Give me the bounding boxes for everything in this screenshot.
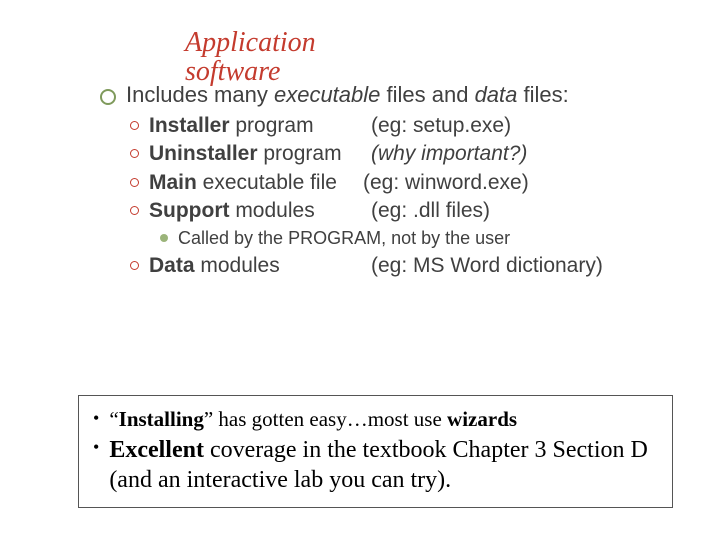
box2-bold: Excellent [109,437,204,463]
item-bold: Data [149,254,195,277]
box1-bold: Installing [119,407,204,431]
intro-text: Includes many executable files and data … [126,82,569,108]
intro-suffix: files: [517,82,568,107]
box1-bold2: wizards [447,407,517,431]
item-rest: modules [229,199,314,222]
sub-note: Called by the PROGRAM, not by the user [160,225,660,252]
slide-title: Application software [185,28,385,87]
item-bold: Support [149,199,229,222]
dot-bullet-icon [160,234,168,242]
item-text: Main executable file (eg: winword.exe) [149,169,529,197]
item-rest: executable file [197,171,337,194]
item-rest: program [258,142,342,165]
subnote-text: Called by the PROGRAM, not by the user [178,225,510,252]
intro-em2: data [475,82,518,107]
box-item-2: • Excellent coverage in the textbook Cha… [93,435,658,495]
bullet-disc-icon [100,89,116,105]
ring-bullet-icon [130,206,139,215]
item-bold: Uninstaller [149,142,258,165]
item-bold: Installer [149,114,230,137]
intro-em1: executable [274,82,380,107]
box-text-1: “Installing” has gotten easy…most use wi… [109,406,517,433]
bullet-dot-icon: • [93,435,99,460]
ring-bullet-icon [130,121,139,130]
list-item: Uninstaller program (why important?) [130,140,660,168]
item-paren: (eg: winword.exe) [363,171,529,194]
item-paren: (why important?) [371,142,527,165]
q-open: “ [109,407,118,431]
item-text: Support modules (eg: .dll files) [149,197,490,225]
list-item: Data modules (eg: MS Word dictionary) [130,252,660,280]
title-line1: Application [185,27,316,58]
item-rest: program [230,114,314,137]
item-text: Data modules (eg: MS Word dictionary) [149,252,603,280]
ring-bullet-icon [130,261,139,270]
callout-box: • “Installing” has gotten easy…most use … [78,395,673,508]
item-paren: (eg: .dll files) [371,199,490,222]
content-area: Includes many executable files and data … [100,82,660,281]
sub-list: Installer program (eg: setup.exe) Uninsta… [130,112,660,281]
intro-bullet: Includes many executable files and data … [100,82,660,108]
intro-mid: files and [380,82,474,107]
item-bold: Main [149,171,197,194]
list-item: Main executable file (eg: winword.exe) [130,169,660,197]
box-item-1: • “Installing” has gotten easy…most use … [93,406,658,433]
box-text-2: Excellent coverage in the textbook Chapt… [109,435,658,495]
box1-mid: ” has gotten easy…most use [204,407,447,431]
ring-bullet-icon [130,149,139,158]
list-item: Support modules (eg: .dll files) [130,197,660,225]
ring-bullet-icon [130,178,139,187]
item-paren: (eg: setup.exe) [371,114,511,137]
list-item: Installer program (eg: setup.exe) [130,112,660,140]
item-rest: modules [195,254,280,277]
intro-prefix: Includes many [126,82,274,107]
item-text: Installer program (eg: setup.exe) [149,112,511,140]
item-text: Uninstaller program (why important?) [149,140,527,168]
item-paren: (eg: MS Word dictionary) [371,254,603,277]
bullet-dot-icon: • [93,406,99,431]
